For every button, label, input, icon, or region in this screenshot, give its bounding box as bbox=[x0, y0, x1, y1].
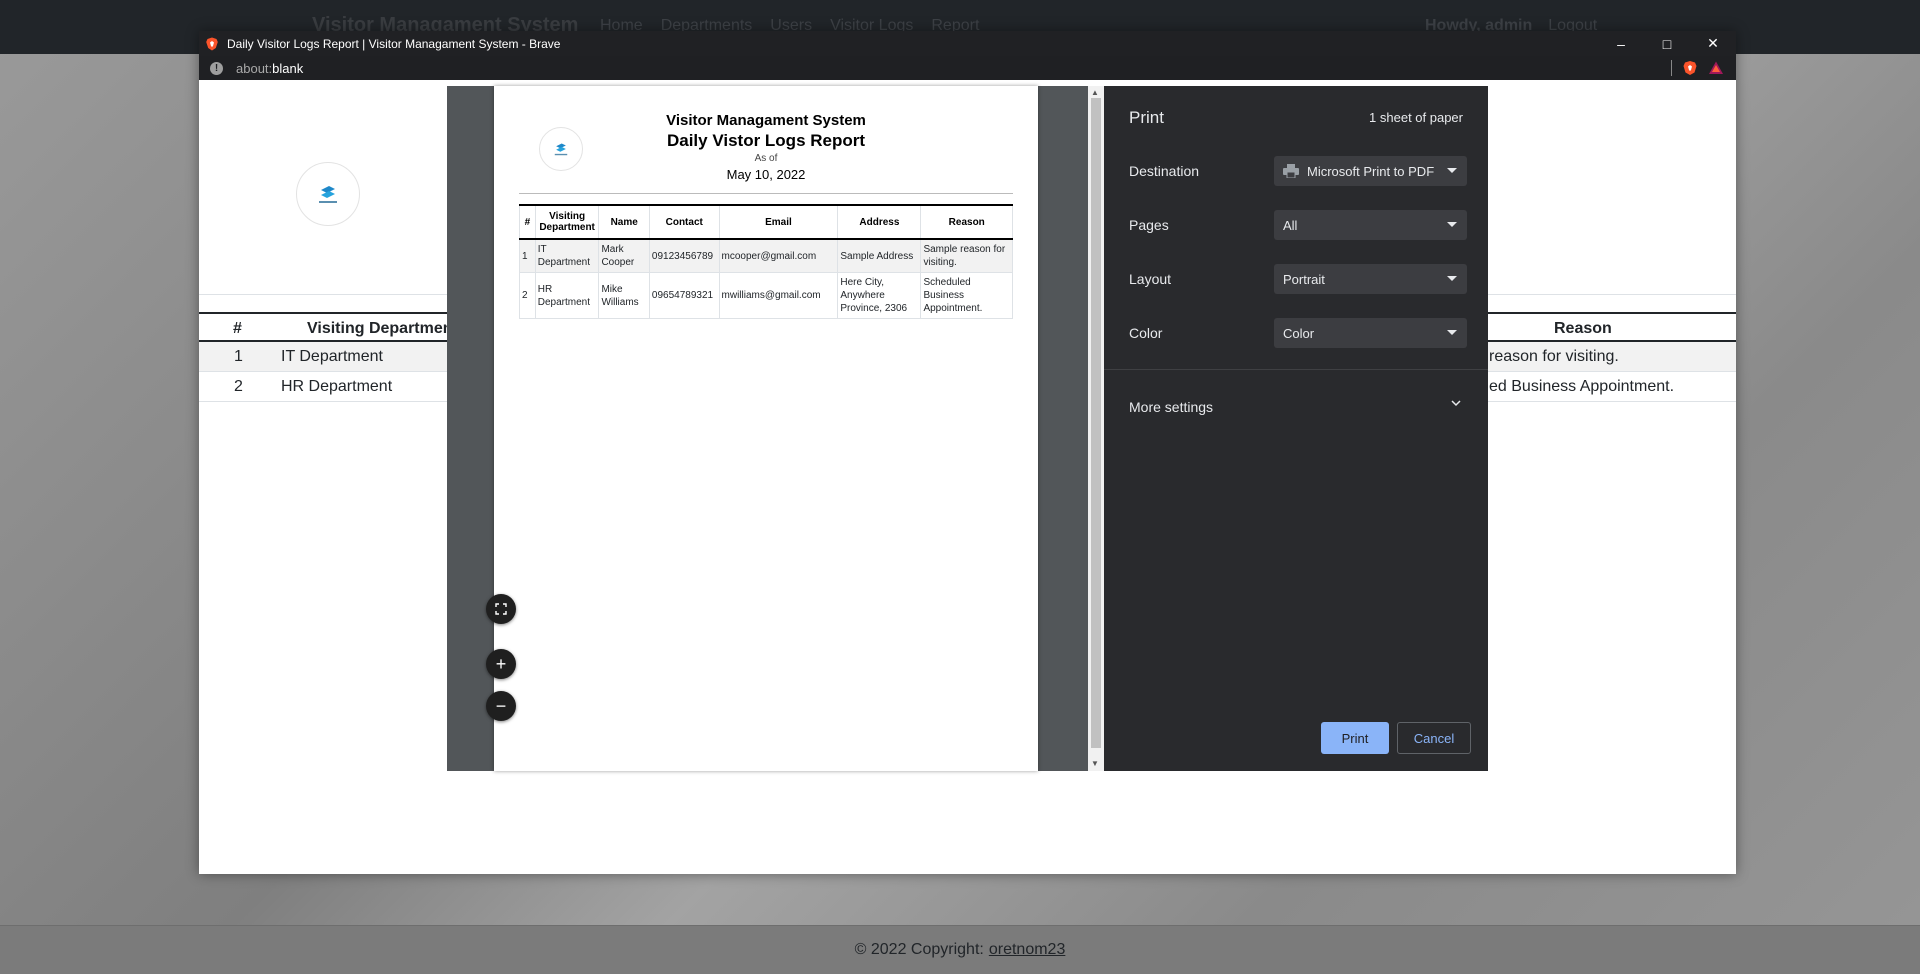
preview-paper: Visitor Managament System Daily Vistor L… bbox=[494, 86, 1038, 771]
scroll-down-icon[interactable]: ▼ bbox=[1091, 759, 1099, 768]
color-label: Color bbox=[1129, 325, 1163, 341]
print-dialog: Visitor Managament System Daily Vistor L… bbox=[447, 86, 1488, 771]
cell-email: mcooper@gmail.com bbox=[718, 238, 839, 273]
address-bar-actions bbox=[1671, 60, 1724, 76]
footer-author-link[interactable]: oretnom23 bbox=[989, 941, 1066, 959]
scrollbar-thumb[interactable] bbox=[1091, 98, 1101, 748]
report-col-contact: Contact bbox=[648, 204, 720, 240]
layout-value: Portrait bbox=[1283, 271, 1325, 287]
color-row: Color Color bbox=[1129, 318, 1467, 348]
underlay-row-dept: HR Department bbox=[281, 378, 393, 395]
destination-label: Destination bbox=[1129, 163, 1200, 179]
printer-icon bbox=[1283, 164, 1299, 178]
report-col-email: Email bbox=[718, 204, 839, 240]
maximize-icon[interactable]: □ bbox=[1644, 31, 1690, 56]
report-col-name: Name bbox=[598, 204, 650, 240]
close-icon[interactable]: ✕ bbox=[1690, 31, 1736, 56]
chevron-down-icon bbox=[1447, 276, 1457, 281]
chevron-down-icon bbox=[1447, 222, 1457, 227]
underlay-logo-icon bbox=[296, 162, 360, 226]
layout-select[interactable]: Portrait bbox=[1274, 264, 1467, 294]
underlay-header-dept: Visiting Departmen bbox=[307, 320, 453, 337]
pages-row: Pages All bbox=[1129, 210, 1467, 240]
report-title: Daily Vistor Logs Report bbox=[666, 131, 866, 150]
cell-reason: Sample reason for visiting. bbox=[920, 238, 1013, 273]
pages-select[interactable]: All bbox=[1274, 210, 1467, 240]
cell-reason: Scheduled Business Appointment. bbox=[920, 272, 1013, 319]
cell-contact: 09123456789 bbox=[648, 238, 720, 273]
destination-select[interactable]: Microsoft Print to PDF bbox=[1274, 156, 1467, 186]
report-col-address: Address bbox=[837, 204, 922, 240]
report-col-num: # bbox=[519, 204, 536, 240]
window-controls: – □ ✕ bbox=[1598, 31, 1736, 56]
report-col-dept: Visiting Department bbox=[534, 204, 600, 240]
underlay-row-reason: ed Business Appointment. bbox=[1489, 378, 1675, 395]
underlay-row-num: 2 bbox=[234, 378, 243, 395]
settings-divider bbox=[1104, 369, 1488, 370]
underlay-header-num: # bbox=[233, 320, 242, 337]
cell-name: Mark Cooper bbox=[598, 238, 650, 273]
cell-dept: IT Department bbox=[534, 238, 600, 273]
print-settings-panel: Print 1 sheet of paper Destination Micro… bbox=[1104, 86, 1488, 771]
scroll-up-icon[interactable]: ▲ bbox=[1091, 88, 1099, 97]
underlay-row-reason: reason for visiting. bbox=[1489, 348, 1619, 365]
info-icon[interactable]: ! bbox=[210, 61, 223, 75]
brave-rewards-icon[interactable] bbox=[1708, 60, 1724, 76]
cell-name: Mike Williams bbox=[598, 272, 650, 319]
zoom-out-icon[interactable]: − bbox=[486, 691, 516, 721]
cell-email: mwilliams@gmail.com bbox=[718, 272, 839, 319]
background-footer: © 2022 Copyright: oretnom23 bbox=[0, 925, 1920, 974]
preview-scrollbar[interactable]: ▲ ▼ bbox=[1088, 86, 1104, 771]
zoom-in-icon[interactable]: + bbox=[486, 649, 516, 679]
destination-value: Microsoft Print to PDF bbox=[1307, 163, 1435, 179]
cell-dept: HR Department bbox=[534, 272, 600, 319]
layout-label: Layout bbox=[1129, 271, 1172, 287]
table-row: 2 HR Department Mike Williams 0965478932… bbox=[519, 272, 1013, 319]
fit-to-page-icon[interactable] bbox=[486, 594, 516, 624]
layout-row: Layout Portrait bbox=[1129, 264, 1467, 294]
cell-address: Here City, Anywhere Province, 2306 bbox=[837, 272, 922, 319]
report-table: # Visiting Department Name Contact Email… bbox=[519, 204, 1013, 319]
underlay-row-dept: IT Department bbox=[281, 348, 383, 365]
report-as-of: As of bbox=[754, 153, 778, 164]
sheet-count: 1 sheet of paper bbox=[1369, 110, 1463, 125]
color-select[interactable]: Color bbox=[1274, 318, 1467, 348]
brave-shields-icon[interactable] bbox=[1682, 60, 1698, 76]
pages-value: All bbox=[1283, 217, 1298, 233]
url-host: blank bbox=[272, 60, 304, 76]
footer-copyright: © 2022 Copyright: bbox=[854, 941, 984, 958]
underlay-row-num: 1 bbox=[234, 348, 243, 365]
more-settings-toggle[interactable]: More settings bbox=[1129, 399, 1213, 415]
cell-num: 1 bbox=[519, 238, 536, 273]
url-scheme: about: bbox=[236, 60, 273, 76]
minimize-icon[interactable]: – bbox=[1598, 31, 1644, 56]
table-row: 1 IT Department Mark Cooper 09123456789 … bbox=[519, 238, 1013, 273]
underlay-header-reason: Reason bbox=[1554, 320, 1612, 337]
report-divider bbox=[519, 193, 1013, 194]
pages-label: Pages bbox=[1129, 217, 1169, 233]
window-title-bar: Daily Visitor Logs Report | Visitor Mana… bbox=[199, 31, 1736, 56]
chevron-down-icon bbox=[1447, 168, 1457, 173]
address-bar: ! about: blank bbox=[199, 56, 1736, 80]
cell-num: 2 bbox=[519, 272, 536, 319]
brave-logo-icon bbox=[206, 37, 218, 50]
color-value: Color bbox=[1283, 325, 1315, 341]
address-separator bbox=[1671, 60, 1672, 76]
cell-address: Sample Address bbox=[837, 238, 922, 273]
print-button[interactable]: Print bbox=[1321, 722, 1389, 754]
report-system-title: Visitor Managament System bbox=[666, 112, 866, 129]
report-col-reason: Reason bbox=[920, 204, 1013, 240]
print-preview-area: Visitor Managament System Daily Vistor L… bbox=[447, 86, 1104, 771]
cell-contact: 09654789321 bbox=[648, 272, 720, 319]
cancel-button[interactable]: Cancel bbox=[1397, 722, 1471, 754]
destination-row: Destination Microsoft Print to PDF bbox=[1129, 156, 1467, 186]
window-title: Daily Visitor Logs Report | Visitor Mana… bbox=[227, 36, 561, 51]
report-table-header: # Visiting Department Name Contact Email… bbox=[519, 204, 1013, 240]
report-date: May 10, 2022 bbox=[726, 167, 806, 182]
print-title: Print bbox=[1129, 108, 1164, 127]
chevron-down-icon bbox=[1447, 330, 1457, 335]
more-settings-chevron-icon[interactable] bbox=[1450, 397, 1462, 409]
